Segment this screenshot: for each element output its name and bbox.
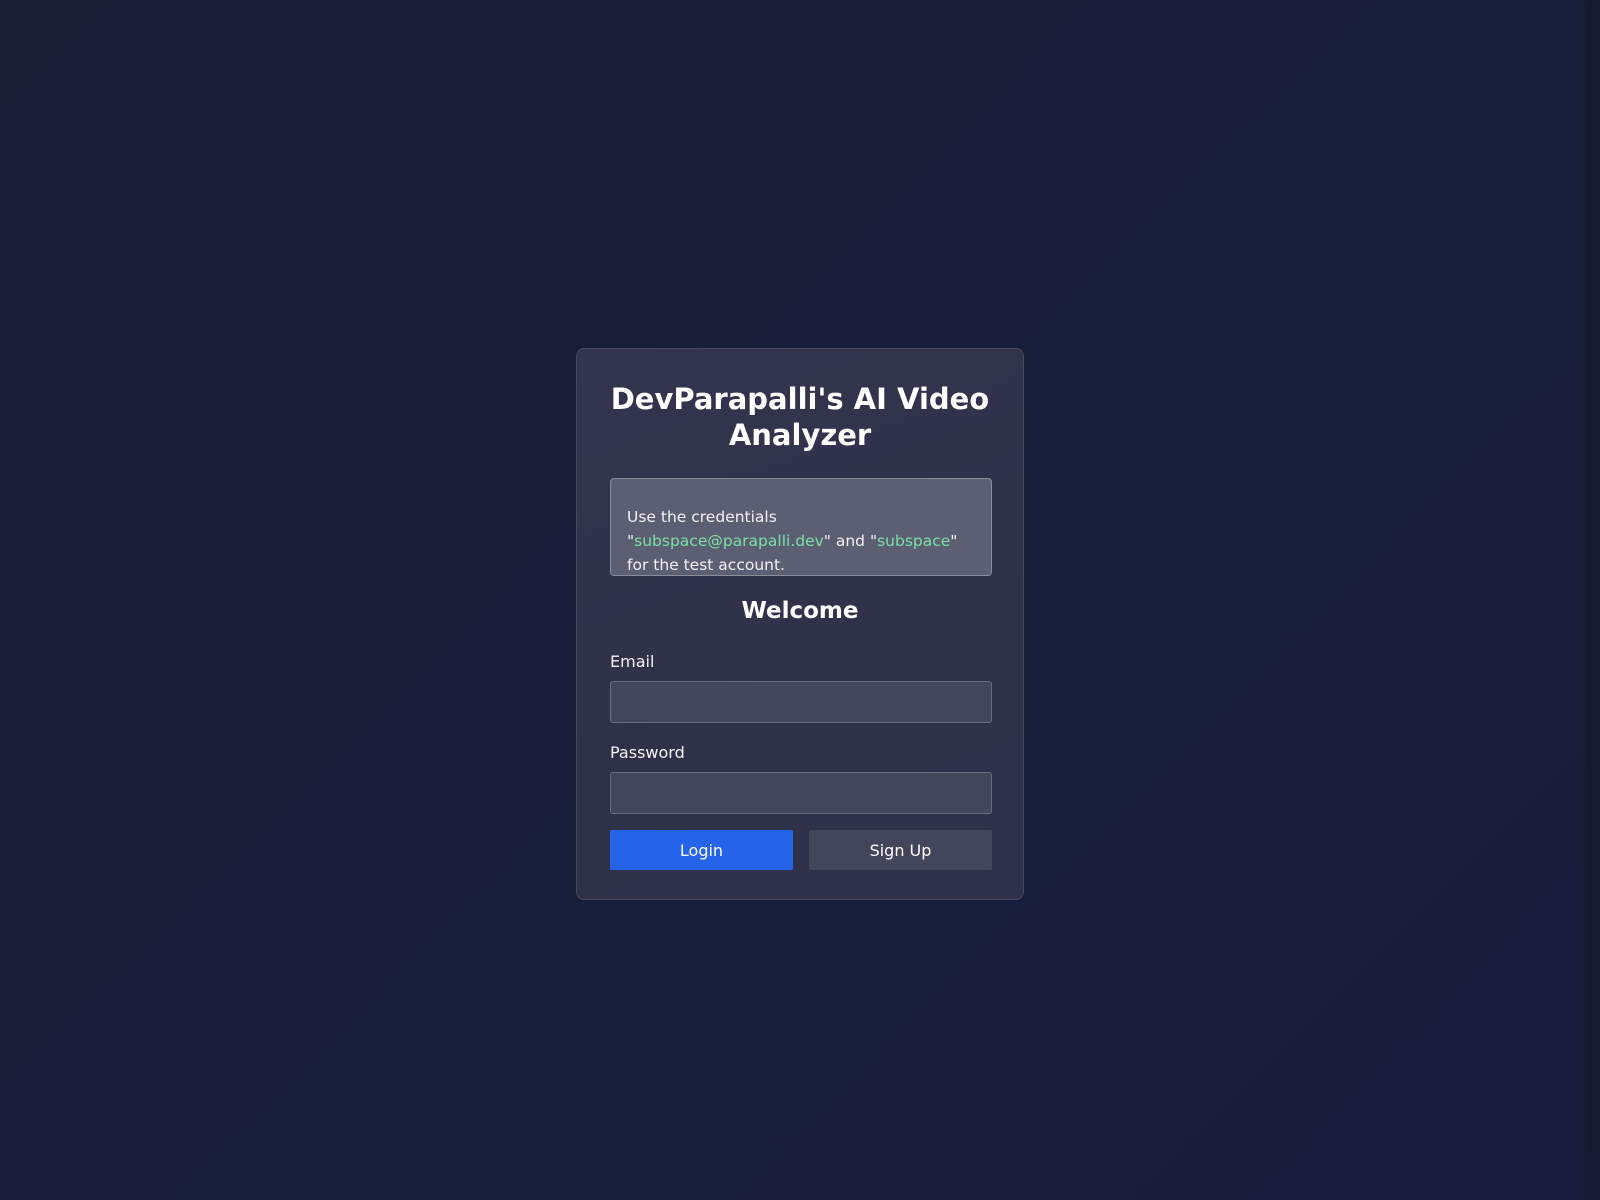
page-scrollbar[interactable]	[1585, 0, 1600, 1200]
password-field[interactable]	[610, 772, 992, 814]
notice-middle: " and "	[823, 532, 878, 550]
notice-email: subspace@parapalli.dev	[634, 532, 824, 550]
login-button[interactable]: Login	[610, 830, 793, 870]
login-card: DevParapalli's AI Video Analyzer Use the…	[576, 348, 1024, 900]
notice-password: subspace	[877, 532, 951, 550]
password-label: Password	[610, 743, 685, 762]
test-credentials-notice: Use the credentials "subspace@parapalli.…	[610, 478, 992, 576]
page-scrollbar-thumb[interactable]	[1588, 0, 1598, 1150]
email-field[interactable]	[610, 681, 992, 723]
button-row: Login Sign Up	[610, 830, 992, 870]
app-title: DevParapalli's AI Video Analyzer	[610, 382, 990, 452]
email-label: Email	[610, 652, 655, 671]
sign-up-button[interactable]: Sign Up	[809, 830, 992, 870]
welcome-heading: Welcome	[741, 598, 859, 624]
